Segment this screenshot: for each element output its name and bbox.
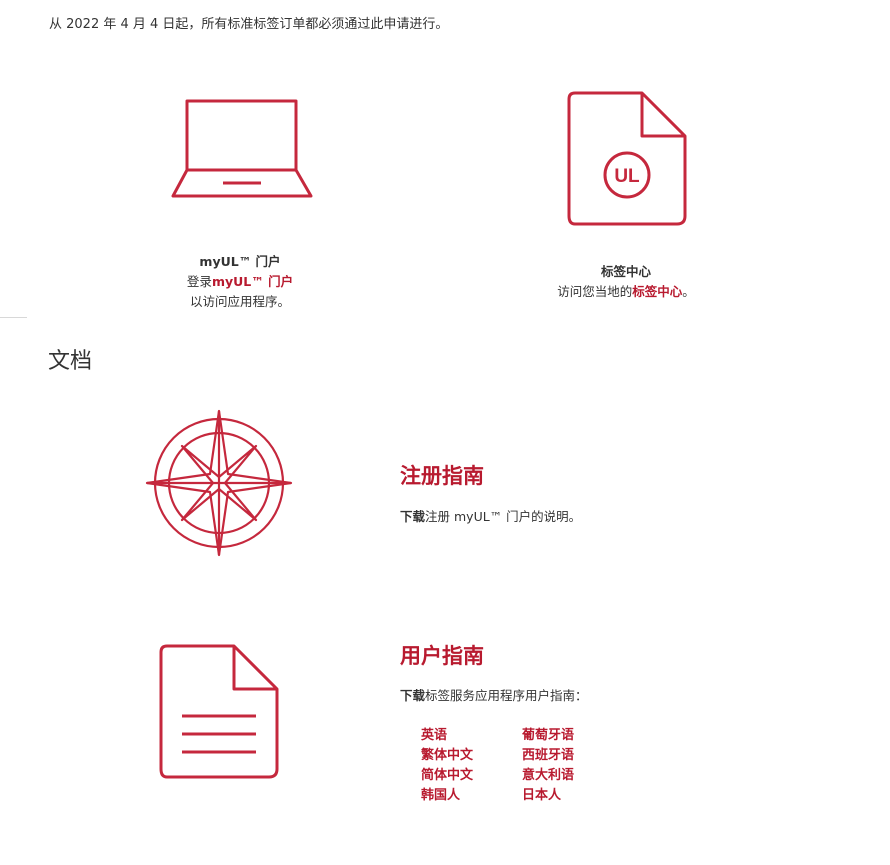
user-guide-download-link[interactable]: 下载 bbox=[400, 688, 425, 703]
label-center-visit-line: 访问您当地的标签中心。 bbox=[526, 282, 726, 302]
compass-icon bbox=[145, 409, 293, 557]
language-link-japanese[interactable]: 日本人 bbox=[522, 786, 574, 806]
language-link-english[interactable]: 英语 bbox=[421, 726, 473, 746]
label-center-card: 标签中心 访问您当地的标签中心。 bbox=[526, 262, 726, 302]
user-guide-title: 用户指南 bbox=[400, 644, 484, 668]
label-center-suffix: 。 bbox=[682, 284, 695, 299]
label-center-title: 标签中心 bbox=[600, 264, 651, 279]
label-center-prefix: 访问您当地的 bbox=[557, 284, 633, 299]
language-link-portuguese[interactable]: 葡萄牙语 bbox=[522, 726, 574, 746]
svg-text:UL: UL bbox=[614, 166, 640, 187]
myul-title: myUL™ 门户 bbox=[199, 254, 281, 269]
notice-text: 从 2022 年 4 月 4 日起，所有标准标签订单都必须通过此申请进行。 bbox=[49, 17, 449, 32]
user-guide-desc-text: 标签服务应用程序用户指南： bbox=[425, 688, 588, 703]
registration-download-link[interactable]: 下载 bbox=[400, 509, 425, 524]
registration-guide-title: 注册指南 bbox=[400, 464, 484, 488]
language-link-simplified-chinese[interactable]: 简体中文 bbox=[421, 766, 473, 786]
laptop-icon bbox=[171, 99, 313, 198]
ul-document-icon: UL bbox=[567, 91, 687, 226]
registration-guide-desc: 下载注册 myUL™ 门户的说明。 bbox=[400, 506, 581, 525]
language-link-italian[interactable]: 意大利语 bbox=[522, 766, 574, 786]
myul-login-line: 登录myUL™ 门户 bbox=[140, 272, 340, 292]
document-icon bbox=[159, 644, 279, 779]
divider bbox=[0, 317, 27, 318]
registration-desc-text: 注册 myUL™ 门户的说明。 bbox=[425, 509, 582, 524]
myul-login-prefix: 登录 bbox=[186, 274, 212, 289]
language-link-spanish[interactable]: 西班牙语 bbox=[522, 746, 574, 766]
myul-subtext: 以访问应用程序。 bbox=[189, 294, 290, 309]
label-center-link[interactable]: 标签中心 bbox=[632, 284, 682, 299]
language-link-traditional-chinese[interactable]: 繁体中文 bbox=[421, 746, 473, 766]
documents-heading: 文档 bbox=[48, 349, 93, 374]
language-list-left: 英语 繁体中文 简体中文 韩国人 bbox=[421, 726, 473, 806]
user-guide-desc: 下载标签服务应用程序用户指南： bbox=[400, 685, 588, 704]
myul-login-link[interactable]: myUL™ 门户 bbox=[212, 274, 293, 289]
language-list-right: 葡萄牙语 西班牙语 意大利语 日本人 bbox=[522, 726, 574, 806]
myul-card: myUL™ 门户 登录myUL™ 门户 以访问应用程序。 bbox=[140, 252, 340, 312]
language-link-korean[interactable]: 韩国人 bbox=[421, 786, 473, 806]
